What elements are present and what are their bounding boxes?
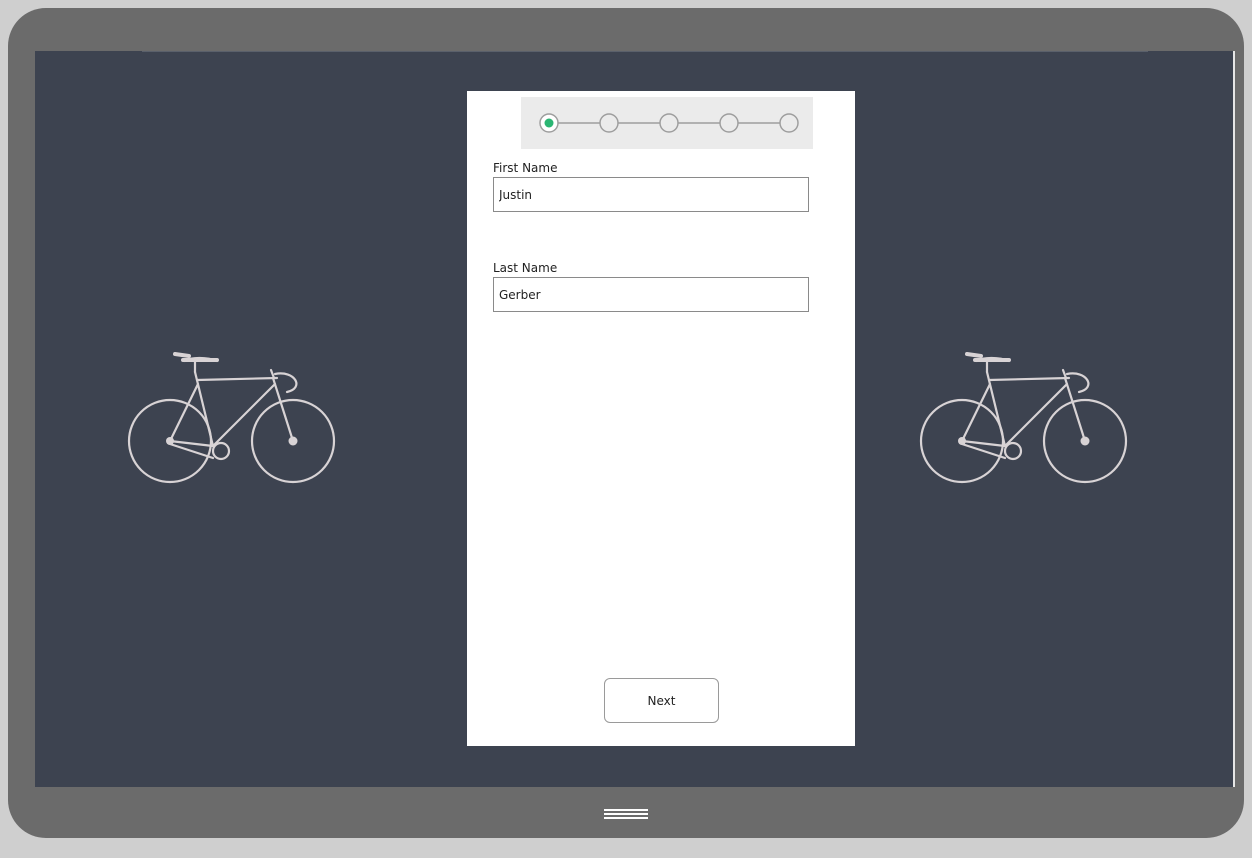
next-button[interactable]: Next bbox=[604, 678, 719, 723]
stepper-track bbox=[539, 113, 799, 133]
bicycle-icon bbox=[919, 352, 1128, 484]
step-5-icon[interactable] bbox=[779, 113, 799, 133]
app-screen: First Name Last Name Next bbox=[35, 51, 1235, 787]
last-name-label: Last Name bbox=[493, 261, 558, 275]
progress-stepper bbox=[521, 97, 813, 149]
screen-divider bbox=[142, 51, 1148, 52]
screen-edge bbox=[1233, 51, 1235, 787]
step-1-active-icon[interactable] bbox=[539, 113, 559, 133]
menu-lines-icon[interactable] bbox=[604, 809, 648, 819]
last-name-field[interactable] bbox=[493, 277, 809, 312]
first-name-field[interactable] bbox=[493, 177, 809, 212]
signup-card: First Name Last Name Next bbox=[467, 91, 855, 746]
tablet-frame: First Name Last Name Next bbox=[8, 8, 1244, 838]
step-2-icon[interactable] bbox=[599, 113, 619, 133]
first-name-label: First Name bbox=[493, 161, 558, 175]
step-3-icon[interactable] bbox=[659, 113, 679, 133]
step-4-icon[interactable] bbox=[719, 113, 739, 133]
bicycle-icon bbox=[127, 352, 336, 484]
